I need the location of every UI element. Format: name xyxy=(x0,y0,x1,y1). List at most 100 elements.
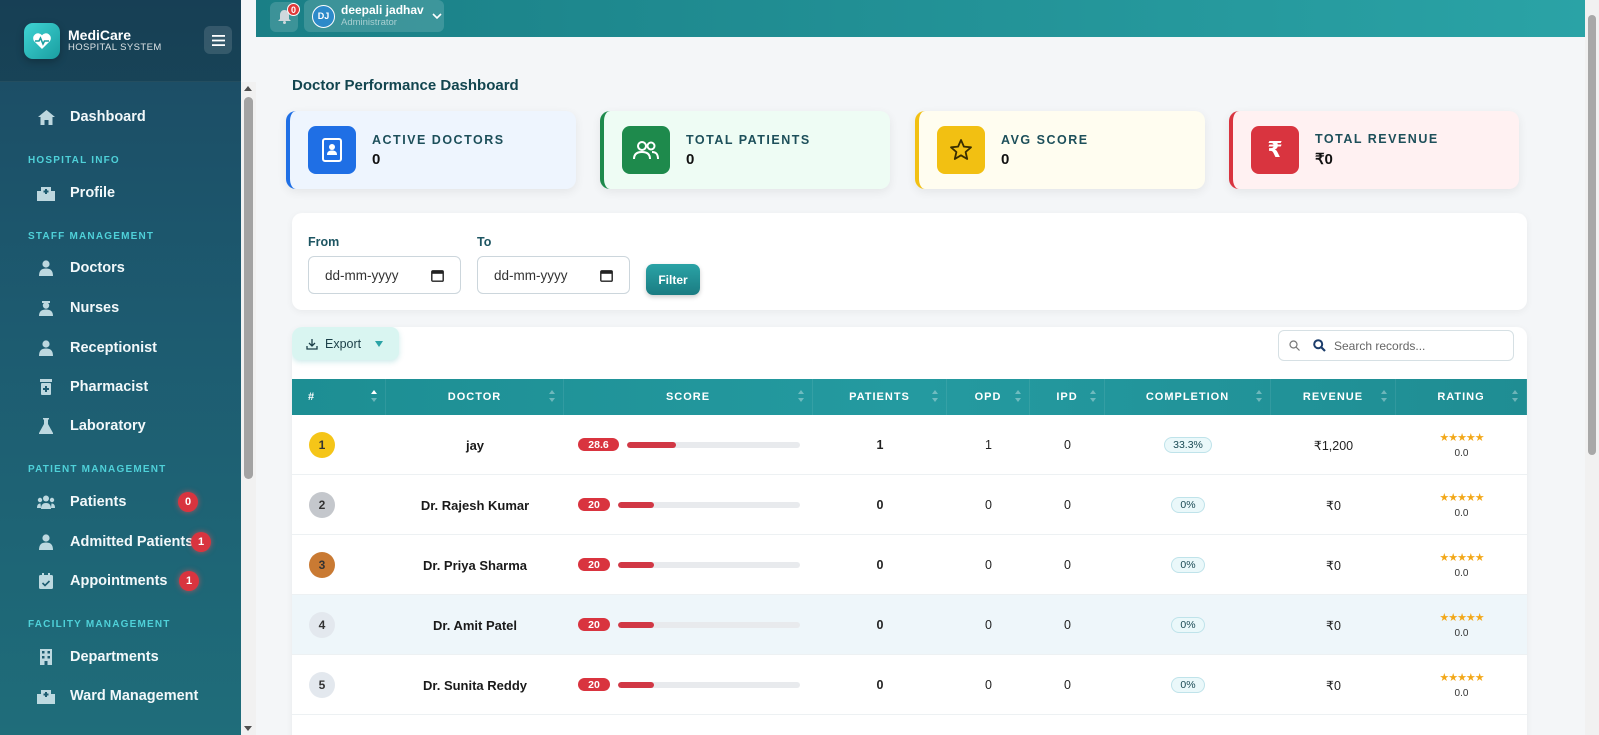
sort-icon xyxy=(932,390,938,404)
column-header-ipd[interactable]: IPD xyxy=(1030,379,1105,415)
cell-completion: 33.3% xyxy=(1105,415,1271,475)
opd-value: 1 xyxy=(985,438,992,452)
column-header-score[interactable]: SCORE xyxy=(564,379,813,415)
table-row[interactable]: 1 jay 28.6 1 1 0 33.3% ₹1,200 ★★★★★ 0.0 xyxy=(292,415,1527,475)
ipd-value: 0 xyxy=(1064,618,1071,632)
filter-button[interactable]: Filter xyxy=(646,264,700,295)
app-name: MediCare xyxy=(68,26,132,43)
cell-ipd: 0 xyxy=(1030,655,1105,715)
menu-toggle-button[interactable] xyxy=(204,26,232,54)
column-header-label: IPD xyxy=(1056,391,1078,403)
scroll-up-arrow-icon[interactable] xyxy=(244,86,252,91)
score-badge: 28.6 xyxy=(578,438,619,451)
cell-score: 20 xyxy=(564,595,813,655)
calendar-icon[interactable] xyxy=(431,269,444,282)
from-date-placeholder: dd-mm-yyyy xyxy=(325,267,399,283)
calendar-icon[interactable] xyxy=(600,269,613,282)
column-header-label: PATIENTS xyxy=(849,391,910,403)
sort-icon xyxy=(798,390,804,404)
cell-patients: 0 xyxy=(813,535,947,595)
rank-badge: 2 xyxy=(309,492,335,518)
table-row[interactable]: 2 Dr. Rajesh Kumar 20 0 0 0 0% ₹0 ★★★★★ 0.0 xyxy=(292,475,1527,535)
cell-score: 20 xyxy=(564,535,813,595)
revenue-value: ₹1,200 xyxy=(1313,438,1354,453)
sidebar-item-receptionist[interactable]: Receptionist xyxy=(0,330,241,366)
column-header-patients[interactable]: PATIENTS xyxy=(813,379,947,415)
page-scroll-thumb[interactable] xyxy=(1588,15,1596,455)
scroll-down-arrow-icon[interactable] xyxy=(244,726,252,731)
cell-completion: 0% xyxy=(1105,655,1271,715)
column-header-rank[interactable]: # xyxy=(292,379,386,415)
sidebar-scrollbar[interactable] xyxy=(241,82,256,735)
column-header-doctor[interactable]: DOCTOR xyxy=(386,379,564,415)
sidebar-item-dashboard[interactable]: Dashboard xyxy=(0,99,241,135)
section-staff-management: STAFF MANAGEMENT xyxy=(28,231,155,242)
cell-score: 20 xyxy=(564,655,813,715)
sidebar-item-ward-management[interactable]: Ward Management xyxy=(0,678,241,714)
stat-label: ACTIVE DOCTORS xyxy=(372,132,505,147)
sidebar-item-admitted-patients[interactable]: Admitted Patients 1 xyxy=(0,524,241,560)
search-input[interactable]: Search records... xyxy=(1278,330,1514,361)
score-badge: 20 xyxy=(578,498,610,511)
user-tie-icon xyxy=(37,339,55,357)
sidebar-header: MediCare HOSPITAL SYSTEM xyxy=(0,0,241,82)
from-date-input[interactable]: dd-mm-yyyy xyxy=(308,256,461,294)
search-icon xyxy=(1313,339,1326,352)
rating-value: 0.0 xyxy=(1454,508,1469,519)
sidebar-item-profile[interactable]: Profile xyxy=(0,175,241,211)
table-row[interactable]: 3 Dr. Priya Sharma 20 0 0 0 0% ₹0 ★★★★★ 0.0 xyxy=(292,535,1527,595)
flask-icon xyxy=(37,417,55,435)
user-menu[interactable]: DJ deepali jadhav Administrator xyxy=(304,0,444,32)
star-icon xyxy=(937,126,985,174)
table-row[interactable]: 5 Dr. Sunita Reddy 20 0 0 0 0% ₹0 ★★★★★ 0.0 xyxy=(292,655,1527,715)
cell-doctor: Dr. Priya Sharma xyxy=(386,535,564,595)
sidebar-item-departments[interactable]: Departments xyxy=(0,639,241,675)
cell-score: 20 xyxy=(564,475,813,535)
cell-rating: ★★★★★ 0.0 xyxy=(1396,535,1527,595)
export-button[interactable]: Export xyxy=(292,327,399,360)
column-header-label: DOCTOR xyxy=(447,391,502,403)
sidebar-item-patients[interactable]: Patients 0 xyxy=(0,484,241,520)
stat-card-active-doctors: ACTIVE DOCTORS 0 xyxy=(286,111,576,189)
rank-badge: 1 xyxy=(309,432,335,458)
sidebar-item-label: Profile xyxy=(70,185,116,201)
column-header-label: REVENUE xyxy=(1302,391,1364,403)
cell-rank: 1 xyxy=(292,415,352,475)
opd-value: 0 xyxy=(985,678,992,692)
patients-count: 0 xyxy=(876,498,884,512)
stat-value: 0 xyxy=(1001,150,1010,168)
cell-doctor: jay xyxy=(386,415,564,475)
sidebar-item-pharmacist[interactable]: Pharmacist xyxy=(0,369,241,405)
cell-revenue: ₹0 xyxy=(1271,475,1396,535)
stat-card-total-patients: TOTAL PATIENTS 0 xyxy=(600,111,890,189)
score-progress-bar xyxy=(618,562,800,568)
cell-ipd: 0 xyxy=(1030,415,1105,475)
column-header-rating[interactable]: RATING xyxy=(1396,379,1527,415)
completion-badge: 33.3% xyxy=(1164,437,1212,453)
sidebar-item-nurses[interactable]: Nurses xyxy=(0,290,241,326)
sidebar-item-doctors[interactable]: Doctors xyxy=(0,250,241,286)
sidebar-item-laboratory[interactable]: Laboratory xyxy=(0,408,241,444)
main-content: Doctor Performance Dashboard ACTIVE DOCT… xyxy=(256,37,1585,735)
score-progress-bar xyxy=(618,682,800,688)
rating-stars-icon: ★★★★★ xyxy=(1439,612,1484,624)
notifications-button[interactable]: 0 xyxy=(270,2,300,32)
sidebar-scroll-thumb[interactable] xyxy=(244,97,253,479)
column-header-opd[interactable]: OPD xyxy=(947,379,1030,415)
column-header-revenue[interactable]: REVENUE xyxy=(1271,379,1396,415)
table-row[interactable]: 4 Dr. Amit Patel 20 0 0 0 0% ₹0 ★★★★★ 0.0 xyxy=(292,595,1527,655)
doctor-name: Dr. Rajesh Kumar xyxy=(420,497,530,513)
page-scrollbar[interactable] xyxy=(1585,0,1599,735)
stat-label: AVG SCORE xyxy=(1001,132,1089,147)
sidebar-item-appointments[interactable]: Appointments 1 xyxy=(0,563,241,599)
cell-opd: 0 xyxy=(947,595,1030,655)
to-date-input[interactable]: dd-mm-yyyy xyxy=(477,256,630,294)
admitted-patients-count-badge: 1 xyxy=(191,532,211,552)
rating-stars-icon: ★★★★★ xyxy=(1439,432,1484,444)
patients-count: 0 xyxy=(876,558,884,572)
revenue-value: ₹0 xyxy=(1326,618,1341,633)
score-progress-fill xyxy=(627,442,677,448)
topbar: 0 DJ deepali jadhav Administrator xyxy=(256,0,1585,37)
column-header-completion[interactable]: COMPLETION xyxy=(1105,379,1271,415)
cell-doctor: Dr. Sunita Reddy xyxy=(386,655,564,715)
